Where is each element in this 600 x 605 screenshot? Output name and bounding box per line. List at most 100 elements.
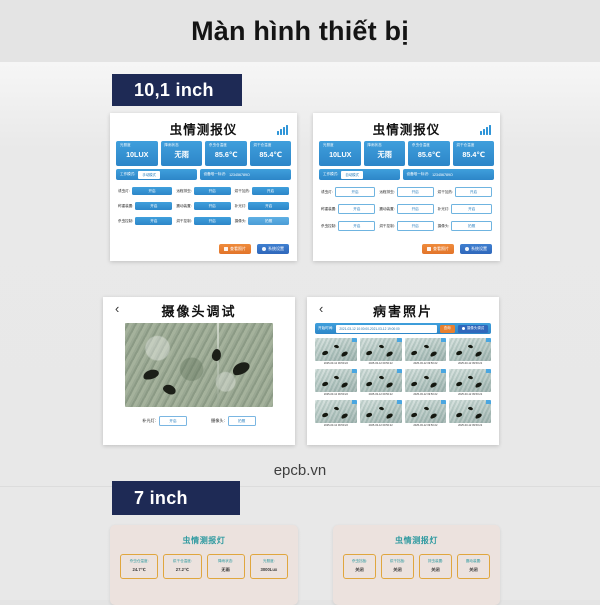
thumbnail-item[interactable]: 2025-03-12 09:50:22	[404, 338, 447, 366]
control-label: 称重装置:	[321, 206, 337, 211]
control-toggle-button[interactable]: 开启	[252, 187, 289, 195]
thumbnail-item[interactable]: 2025-03-12 09:50:22	[315, 338, 357, 366]
stat-tile: 杀虫仓温度 85.6℃	[205, 141, 247, 166]
thumbnail-item[interactable]: 2025-03-12 09:50:22	[404, 369, 447, 397]
device-screen-photo-gallery: ‹ 病害照片 开始时间: 2021-03-12 10:00:00-2021-03…	[307, 297, 499, 445]
control-item: 称重装置: 开启	[118, 202, 173, 210]
thumbnail-item[interactable]: 2025-03-12 09:50:22	[359, 400, 402, 428]
camera-capture-button[interactable]: 拍照	[248, 217, 289, 225]
time-range-input[interactable]: 2021-03-12 10:00:00-2021-03-12 19:00:00	[336, 324, 437, 333]
thumbnail-item[interactable]: 2025-03-12 09:50:22	[449, 338, 491, 366]
thumbnail-item[interactable]: 2025-03-12 09:50:22	[359, 369, 402, 397]
control-label: 诱虫灯:	[118, 188, 130, 193]
camera-control-label: 摄像头:	[211, 418, 225, 423]
control-toggle-button[interactable]: 开启	[193, 202, 231, 210]
chevron-left-icon[interactable]: ‹	[319, 302, 323, 316]
lamp-cell: 降雨状态: 无雨	[206, 554, 245, 579]
stat-tile-row: 光照度 10LUX 降雨状态 无雨 杀虫仓温度 85.6℃ 烘干仓温度 85.4…	[110, 141, 297, 166]
work-mode-label: 工作模式:	[323, 172, 339, 176]
query-button[interactable]: 查询	[439, 324, 455, 333]
camera-debug-button[interactable]: 摄像头调试	[457, 324, 488, 333]
system-settings-button[interactable]: 系统设置	[257, 244, 289, 254]
control-label: 补光灯:	[437, 206, 450, 211]
thumbnail-item[interactable]: 2025-03-12 09:50:22	[449, 369, 491, 397]
control-toggle-button[interactable]: 开启	[451, 204, 492, 214]
control-toggle-button[interactable]: 开启	[338, 204, 376, 214]
system-settings-label: 系统设置	[268, 246, 284, 251]
control-label: 烘干控制:	[379, 223, 395, 228]
lamp-cell-value: 3000Lux	[260, 567, 278, 572]
stat-tile: 光照度 10LUX	[319, 141, 361, 166]
control-label: 摄像头:	[437, 223, 450, 228]
lamp-cell: 杀虫仓温度: 24.7℃	[120, 554, 159, 579]
control-toggle-button[interactable]: 开启	[193, 187, 231, 195]
camera-preview-image	[125, 323, 273, 407]
camera-header: ‹ 摄像头调试	[103, 297, 295, 323]
control-toggle-button[interactable]: 开启	[396, 204, 434, 214]
thumbnail-image	[404, 338, 447, 361]
lamp-cell: 烘干挡板: 关闭	[381, 554, 414, 579]
lamp-cell-value: 24.7℃	[132, 567, 146, 572]
camera-capture-button[interactable]: 拍照	[451, 221, 492, 231]
control-toggle-button[interactable]: 开启	[455, 187, 492, 197]
badge-icon	[396, 400, 402, 404]
control-item: 称重装置: 开启	[321, 204, 376, 214]
lamp-cell-value: 无雨	[221, 567, 230, 572]
work-mode-selector[interactable]: 工作模式: 手动模式	[116, 169, 197, 180]
chevron-left-icon[interactable]: ‹	[115, 302, 119, 316]
control-item: 补光灯: 开启	[235, 202, 289, 210]
badge-icon	[486, 400, 491, 404]
control-item: 震动装置: 开启	[379, 204, 434, 214]
stat-tile: 烘干仓温度 85.4℃	[452, 141, 494, 166]
stat-label: 降雨状态	[367, 143, 382, 147]
stat-tile-row: 光照度 10LUX 降雨状态 无雨 杀虫仓温度 85.6℃ 烘干仓温度 85.4…	[313, 141, 500, 166]
control-label: 震动装置:	[379, 206, 395, 211]
thumbnail-caption: 2025-03-12 09:50:22	[368, 393, 393, 396]
camera-control-item: 摄像头: 拍照	[211, 416, 256, 426]
thumbnail-item[interactable]: 2025-03-12 09:50:22	[315, 369, 357, 397]
camera-preview-wrap	[103, 323, 295, 407]
control-toggle-button[interactable]: 开启	[135, 217, 173, 225]
thumbnail-image	[359, 369, 402, 392]
fill-light-toggle-button[interactable]: 开启	[159, 416, 187, 426]
control-label: 震动装置:	[176, 203, 192, 208]
view-photos-button[interactable]: 查看照片	[219, 244, 251, 254]
dashboard-title: 虫情测报仪	[372, 122, 441, 137]
control-toggle-button[interactable]: 开启	[193, 217, 231, 225]
work-mode-value: 自动模式	[341, 170, 363, 179]
thumbnail-caption: 2025-03-12 09:50:22	[323, 362, 348, 365]
control-toggle-button[interactable]: 开启	[396, 221, 434, 231]
thumbnail-item[interactable]: 2025-03-12 09:50:22	[359, 338, 402, 366]
system-settings-button[interactable]: 系统设置	[460, 244, 492, 254]
control-toggle-button[interactable]: 开启	[131, 187, 173, 195]
work-mode-selector[interactable]: 工作模式: 自动模式	[319, 169, 400, 180]
thumbnail-item[interactable]: 2025-03-12 09:50:22	[404, 400, 447, 428]
camera-capture-button[interactable]: 拍照	[227, 416, 256, 426]
control-grid: 诱虫灯: 开启 远程排虫: 开启 烘干加热: 开启 称重装置: 开启 震动装置: 开启 补…	[110, 180, 297, 225]
dashboard-header: 虫情测报仪	[313, 115, 500, 141]
control-toggle-button[interactable]: 开启	[334, 187, 376, 197]
badge-icon	[441, 369, 447, 373]
insect-shape	[141, 367, 160, 382]
thumbnail-item[interactable]: 2025-03-12 09:50:22	[449, 400, 491, 428]
signal-bars-icon	[277, 125, 288, 135]
stat-tile: 杀虫仓温度 85.6℃	[408, 141, 450, 166]
control-toggle-button[interactable]: 开启	[338, 221, 376, 231]
control-toggle-button[interactable]: 开启	[396, 187, 434, 197]
control-item: 震动装置: 开启	[176, 202, 231, 210]
thumbnail-item[interactable]: 2025-03-12 09:50:22	[315, 400, 357, 428]
thumbnail-caption: 2025-03-12 09:50:22	[368, 362, 393, 365]
section-tag-7-inch: 7 inch	[112, 481, 240, 515]
time-range-label: 开始时间:	[318, 326, 334, 330]
control-label: 诱虫灯:	[321, 189, 333, 194]
thumbnail-caption: 2025-03-12 09:50:22	[458, 424, 483, 427]
view-photos-button[interactable]: 查看照片	[422, 244, 454, 254]
control-item: 杀虫控制: 开启	[321, 221, 376, 231]
dashboard-header: 虫情测报仪	[110, 115, 297, 141]
thumbnail-image	[359, 400, 402, 423]
camera-control-label: 补光灯:	[142, 418, 156, 423]
control-toggle-button[interactable]: 开启	[248, 202, 289, 210]
control-toggle-button[interactable]: 开启	[135, 202, 173, 210]
camera-controls: 补光灯: 开启 摄像头: 拍照	[103, 407, 295, 426]
control-item: 补光灯: 开启	[438, 204, 492, 214]
